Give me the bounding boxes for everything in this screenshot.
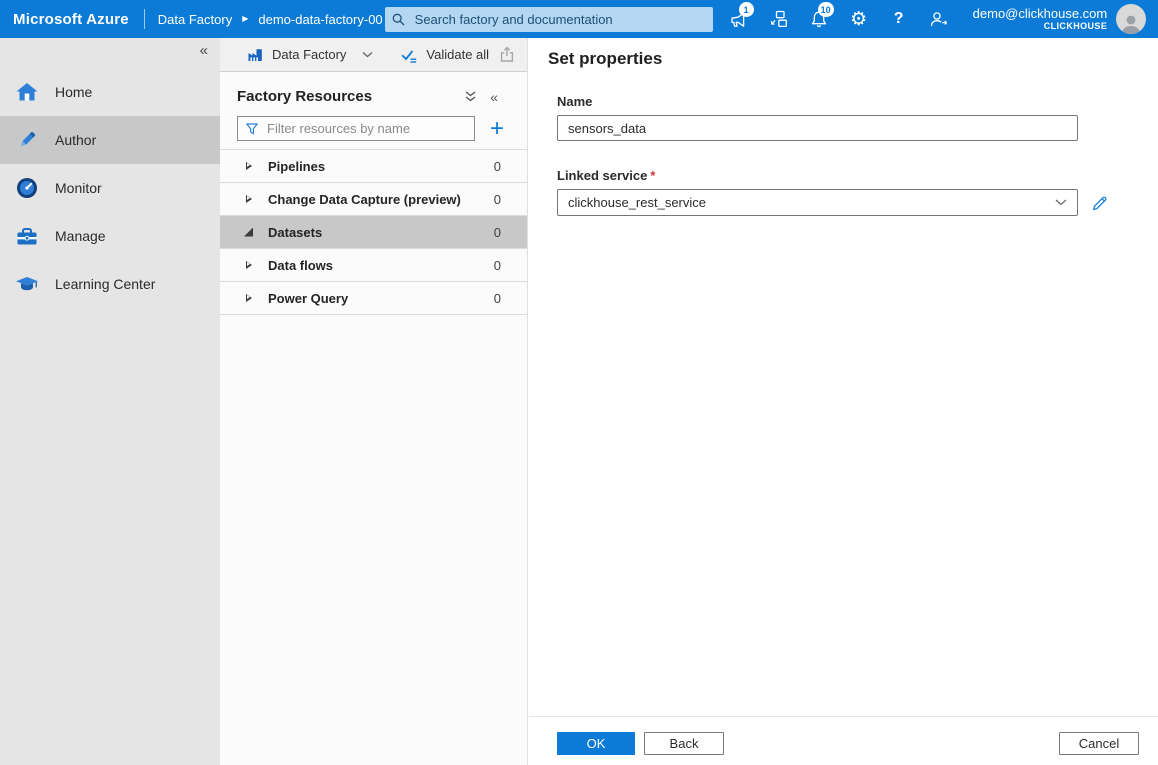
- feedback-icon[interactable]: [919, 0, 959, 38]
- item-count: 0: [494, 225, 501, 240]
- tree-item-change-data-capture[interactable]: Change Data Capture (preview) 0: [220, 183, 527, 216]
- chevron-expanded-icon[interactable]: [243, 228, 254, 237]
- breadcrumb-section[interactable]: Data Factory: [158, 12, 232, 27]
- panel-title: Factory Resources: [237, 88, 372, 105]
- sidebar-item-manage[interactable]: Manage: [0, 212, 220, 260]
- pencil-icon: [15, 128, 41, 152]
- collapse-sidebar-icon[interactable]: «: [196, 40, 212, 61]
- linked-service-dropdown[interactable]: clickhouse_rest_service: [557, 189, 1078, 216]
- notification-badge: 10: [818, 2, 834, 17]
- resource-tree: Pipelines 0 Change Data Capture (preview…: [220, 149, 527, 315]
- tree-item-data-flows[interactable]: Data flows 0: [220, 249, 527, 282]
- required-asterisk: *: [650, 168, 655, 183]
- search-input[interactable]: [385, 7, 713, 32]
- set-properties-panel: Set properties Name Linked service* clic…: [529, 38, 1158, 765]
- collapse-panel-icon[interactable]: «: [490, 89, 498, 105]
- export-icon[interactable]: [499, 46, 515, 63]
- chevron-right-icon[interactable]: [243, 162, 254, 170]
- factory-resources-panel: Data Factory Validate all Factory Resour…: [220, 38, 528, 765]
- search-icon: [392, 13, 405, 26]
- home-icon: [15, 80, 41, 104]
- tree-item-power-query[interactable]: Power Query 0: [220, 282, 527, 315]
- user-org: CLICKHOUSE: [973, 21, 1108, 32]
- factory-resources-header: Factory Resources «: [237, 88, 498, 105]
- sidebar-item-home[interactable]: Home: [0, 68, 220, 116]
- tree-item-pipelines[interactable]: Pipelines 0: [220, 150, 527, 183]
- help-icon[interactable]: ?: [879, 0, 919, 38]
- item-count: 0: [494, 159, 501, 174]
- linked-service-label: Linked service*: [557, 168, 1126, 183]
- chevron-down-icon: [362, 51, 373, 58]
- top-bar: Microsoft Azure Data Factory ▶ demo-data…: [0, 0, 1158, 38]
- azure-brand[interactable]: Microsoft Azure: [0, 11, 144, 28]
- factory-menu-label: Data Factory: [272, 47, 346, 62]
- page-title: Set properties: [548, 49, 1158, 69]
- sidebar-item-author[interactable]: Author: [0, 116, 220, 164]
- edit-linked-service-icon[interactable]: [1091, 194, 1109, 212]
- avatar[interactable]: [1116, 4, 1146, 34]
- chevron-right-icon[interactable]: [243, 294, 254, 302]
- validate-all-label: Validate all: [426, 47, 489, 62]
- name-field-label: Name: [557, 94, 1126, 109]
- factory-search: [383, 7, 713, 32]
- sidebar-item-label: Home: [55, 84, 92, 100]
- sidebar-item-learning-center[interactable]: Learning Center: [0, 260, 220, 308]
- item-count: 0: [494, 258, 501, 273]
- megaphone-icon[interactable]: 1: [719, 0, 759, 38]
- factory-icon: [247, 47, 264, 63]
- add-resource-button[interactable]: +: [484, 119, 510, 139]
- sidebar-item-label: Learning Center: [55, 276, 155, 292]
- user-email: demo@clickhouse.com: [973, 6, 1108, 22]
- breadcrumb-chevron-icon: ▶: [242, 14, 248, 23]
- sidebar-item-label: Monitor: [55, 180, 102, 196]
- gauge-icon: [15, 176, 41, 200]
- account-info[interactable]: demo@clickhouse.com CLICKHOUSE: [973, 6, 1108, 32]
- dialog-footer: OK Back Cancel: [529, 716, 1158, 765]
- bell-icon[interactable]: 10: [799, 0, 839, 38]
- graduation-cap-icon: [15, 272, 41, 296]
- filter-funnel-icon: [245, 122, 259, 136]
- canvas-toolbar: Data Factory Validate all: [220, 38, 527, 72]
- topbar-actions: 1 10 ⚙ ?: [719, 0, 959, 38]
- item-count: 0: [494, 192, 501, 207]
- validate-all-button[interactable]: Validate all: [400, 46, 489, 64]
- chevron-down-icon: [1055, 199, 1067, 206]
- switch-environment-icon[interactable]: [759, 0, 799, 38]
- sidebar-item-label: Manage: [55, 228, 106, 244]
- left-nav: « Home Author Monitor Manage: [0, 38, 220, 765]
- data-factory-menu[interactable]: Data Factory: [247, 47, 373, 63]
- sidebar-item-monitor[interactable]: Monitor: [0, 164, 220, 212]
- linked-service-value: clickhouse_rest_service: [568, 195, 706, 210]
- brand-divider: [144, 9, 145, 29]
- collapse-all-icon[interactable]: [464, 91, 477, 102]
- person-icon: [1119, 12, 1143, 34]
- cancel-button[interactable]: Cancel: [1059, 732, 1139, 755]
- sidebar-item-label: Author: [55, 132, 96, 148]
- gear-icon[interactable]: ⚙: [839, 0, 879, 38]
- name-input[interactable]: [557, 115, 1078, 141]
- validate-icon: [400, 46, 418, 64]
- filter-resources-input[interactable]: [237, 116, 475, 141]
- ok-button[interactable]: OK: [557, 732, 635, 755]
- announcement-badge: 1: [739, 2, 754, 17]
- toolbox-icon: [15, 224, 41, 248]
- back-button[interactable]: Back: [644, 732, 724, 755]
- chevron-right-icon[interactable]: [243, 261, 254, 269]
- resource-filter-row: +: [237, 116, 510, 141]
- chevron-right-icon[interactable]: [243, 195, 254, 203]
- breadcrumb-resource[interactable]: demo-data-factory-00: [258, 12, 382, 27]
- item-count: 0: [494, 291, 501, 306]
- tree-item-datasets[interactable]: Datasets 0: [220, 216, 527, 249]
